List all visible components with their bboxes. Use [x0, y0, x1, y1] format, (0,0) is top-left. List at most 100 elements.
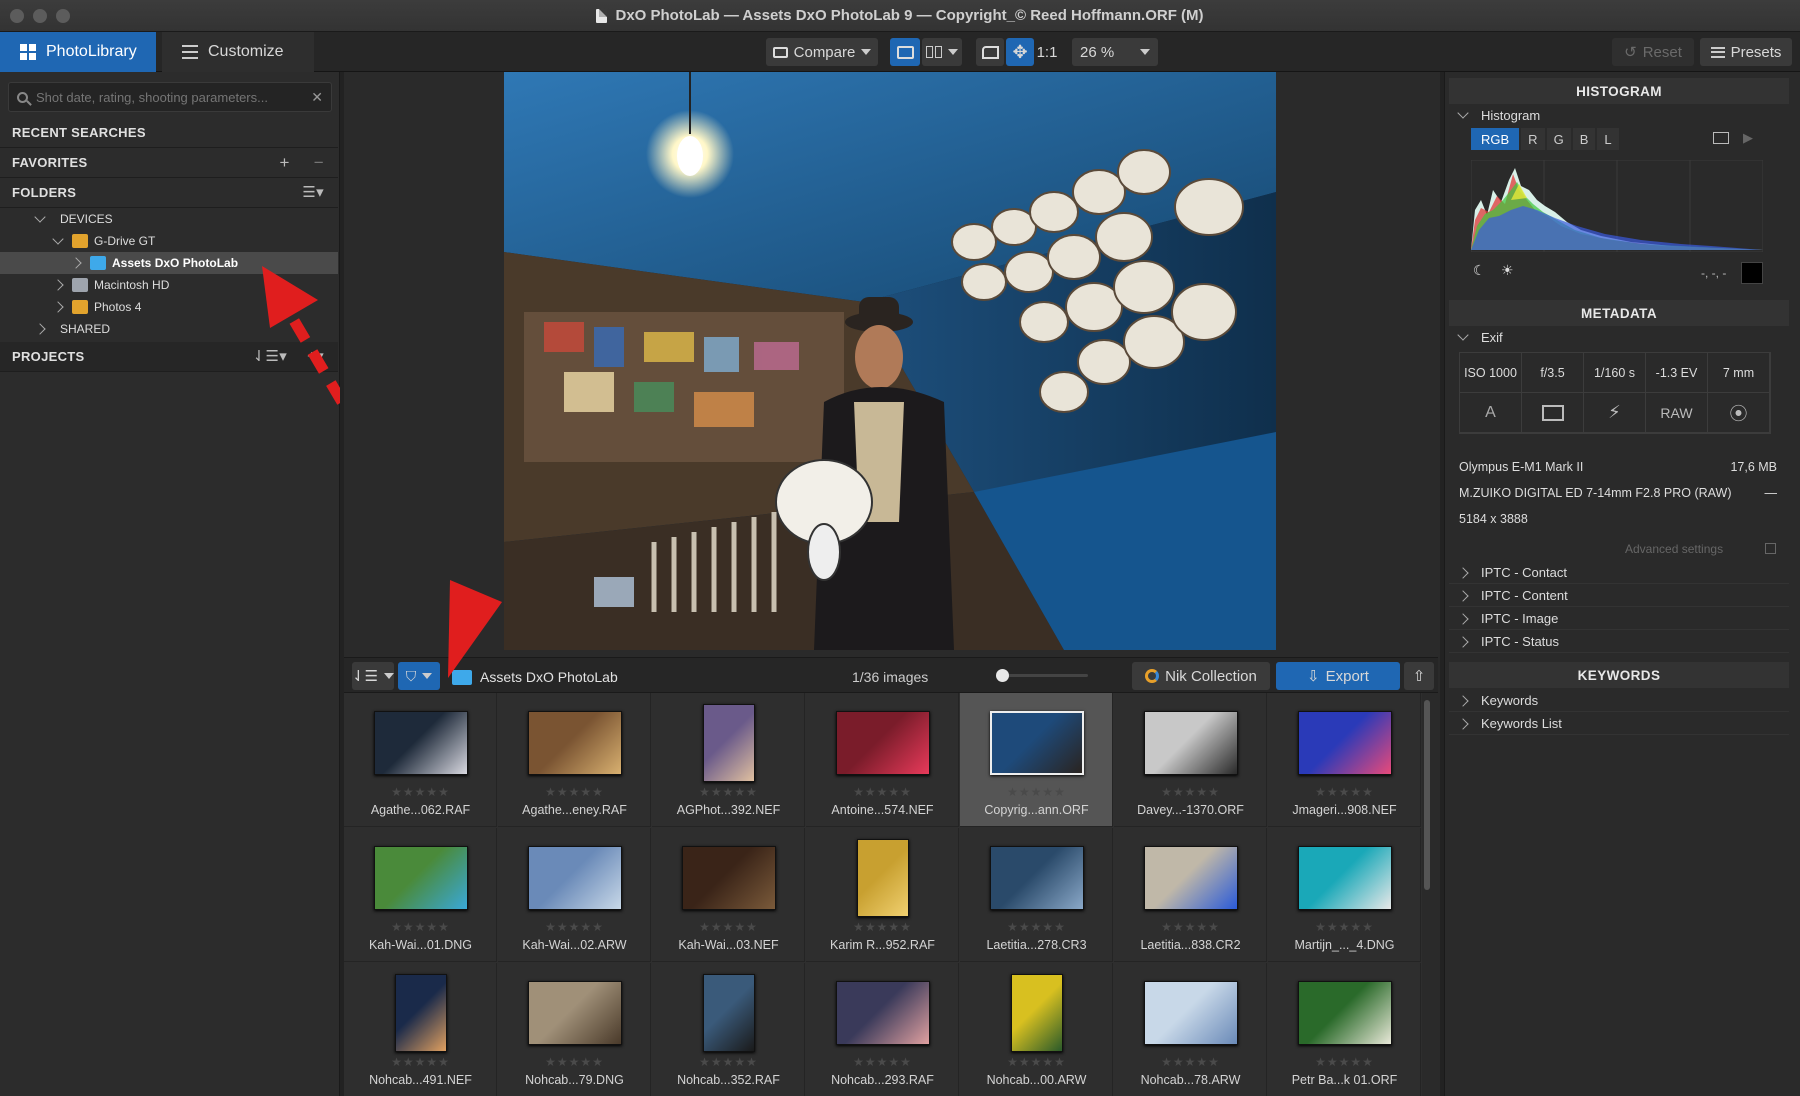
tab-photolibrary[interactable]: PhotoLibrary	[0, 32, 156, 72]
thumbnail-cell[interactable]: ★★★★★ Nohcab...00.ARW	[960, 963, 1113, 1096]
rating-stars[interactable]: ★★★★★	[344, 785, 497, 799]
thumbnail-cell[interactable]: ★★★★★ Nohcab...293.RAF	[806, 963, 959, 1096]
rating-stars[interactable]: ★★★★★	[806, 920, 959, 934]
thumbnail-size-slider[interactable]	[996, 669, 1088, 682]
rating-stars[interactable]: ★★★★★	[806, 1055, 959, 1069]
thumbnail-cell[interactable]: ★★★★★ Nohcab...78.ARW	[1114, 963, 1267, 1096]
move-tool-button[interactable]: ✥	[1006, 38, 1034, 66]
export-icon: ⇩	[1307, 668, 1320, 685]
channel-b[interactable]: B	[1572, 128, 1596, 150]
left-panel: ✕ RECENT SEARCHES FAVORITES +− FOLDERS ☰…	[0, 72, 340, 1096]
keywords-list-item[interactable]: Keywords List	[1449, 713, 1789, 735]
rating-stars[interactable]: ★★★★★	[344, 920, 497, 934]
rating-stars[interactable]: ★★★★★	[498, 1055, 651, 1069]
expand-icon[interactable]	[1765, 543, 1776, 554]
lens-model: M.ZUIKO DIGITAL ED 7-14mm F2.8 PRO (RAW)	[1459, 486, 1732, 500]
rating-stars[interactable]: ★★★★★	[1114, 920, 1267, 934]
rating-stars[interactable]: ★★★★★	[652, 920, 805, 934]
thumbnail-cell[interactable]: ★★★★★ Jmageri...908.NEF	[1268, 693, 1421, 827]
thumbnail-cell[interactable]: ★★★★★ Kah-Wai...01.DNG	[344, 828, 497, 962]
thumbnail-image	[1010, 974, 1063, 1052]
share-button[interactable]: ⇧	[1404, 662, 1434, 690]
filmstrip-scrollbar[interactable]	[1424, 700, 1430, 890]
zoom-select[interactable]: 26 %	[1072, 38, 1158, 66]
histogram-header[interactable]: HISTOGRAM	[1449, 78, 1789, 104]
channel-rgb[interactable]: RGB	[1471, 128, 1520, 150]
rating-stars[interactable]: ★★★★★	[960, 785, 1113, 799]
sort-button[interactable]: ⇃☰	[352, 662, 395, 690]
rating-stars[interactable]: ★★★★★	[652, 785, 805, 799]
annotation-arrow	[271, 287, 340, 410]
zoom-window-button[interactable]	[56, 9, 70, 23]
keywords-header[interactable]: KEYWORDS	[1449, 662, 1789, 688]
rating-stars[interactable]: ★★★★★	[1268, 920, 1421, 934]
zoom-1to1-button[interactable]: 1:1	[1034, 38, 1060, 66]
thumbnail-cell[interactable]: ★★★★★ Antoine...574.NEF	[806, 693, 959, 827]
keywords-item[interactable]: Keywords	[1449, 690, 1789, 712]
thumbnail-cell[interactable]: ★★★★★ Karim R...952.RAF	[806, 828, 959, 962]
rating-stars[interactable]: ★★★★★	[1114, 1055, 1267, 1069]
monitor-icon[interactable]	[1713, 132, 1729, 144]
thumbnail-frame	[806, 703, 959, 783]
thumbnail-filename: Agathe...eney.RAF	[522, 803, 627, 817]
histogram-subsection[interactable]: Histogram	[1449, 104, 1789, 126]
highlight-clipping-icon[interactable]: ☀	[1501, 262, 1514, 279]
rating-stars[interactable]: ★★★★★	[1114, 785, 1267, 799]
compare-icon	[772, 46, 788, 58]
thumbnail-cell[interactable]: ★★★★★ Agathe...eney.RAF	[498, 693, 651, 827]
rating-stars[interactable]: ★★★★★	[960, 920, 1113, 934]
split-view-button[interactable]	[922, 38, 962, 66]
rating-stars[interactable]: ★★★★★	[1268, 1055, 1421, 1069]
iptc-image[interactable]: IPTC - Image	[1449, 608, 1789, 630]
sort-icon: ⇃☰	[352, 668, 379, 685]
reset-icon: ↺	[1624, 44, 1637, 61]
export-button[interactable]: ⇩ Export	[1276, 662, 1400, 690]
rating-stars[interactable]: ★★★★★	[652, 1055, 805, 1069]
crop-view-button[interactable]	[976, 38, 1004, 66]
filter-button[interactable]: ⛉	[398, 662, 440, 690]
soft-proof-icon[interactable]: ▶	[1743, 130, 1753, 146]
thumbnail-cell[interactable]: ★★★★★ Davey...-1370.ORF	[1114, 693, 1267, 827]
reset-button[interactable]: ↺ Reset	[1612, 38, 1694, 66]
rating-stars[interactable]: ★★★★★	[498, 920, 651, 934]
close-window-button[interactable]	[10, 9, 24, 23]
shadow-clipping-icon[interactable]: ☾	[1473, 262, 1486, 279]
image-viewer[interactable]	[344, 72, 1438, 654]
thumbnail-cell[interactable]: ★★★★★ Kah-Wai...03.NEF	[652, 828, 805, 962]
channel-l[interactable]: L	[1597, 128, 1619, 150]
thumbnail-cell[interactable]: ★★★★★ Agathe...062.RAF	[344, 693, 497, 827]
iptc-contact[interactable]: IPTC - Contact	[1449, 562, 1789, 584]
thumbnail-cell[interactable]: ★★★★★ Nohcab...491.NEF	[344, 963, 497, 1096]
iptc-status[interactable]: IPTC - Status	[1449, 631, 1789, 653]
tab-customize[interactable]: Customize	[162, 32, 314, 72]
exif-subsection[interactable]: Exif	[1449, 326, 1789, 348]
thumbnail-cell[interactable]: ★★★★★ Kah-Wai...02.ARW	[498, 828, 651, 962]
rating-stars[interactable]: ★★★★★	[806, 785, 959, 799]
thumbnail-cell[interactable]: ★★★★★ Nohcab...79.DNG	[498, 963, 651, 1096]
thumbnail-cell[interactable]: ★★★★★ Martijn_..._4.DNG	[1268, 828, 1421, 962]
compare-button[interactable]: Compare	[766, 38, 878, 66]
advanced-settings-link[interactable]: Advanced settings	[1625, 542, 1723, 556]
thumbnail-cell[interactable]: ★★★★★ Petr Ba...k 01.ORF	[1268, 963, 1421, 1096]
rating-stars[interactable]: ★★★★★	[1268, 785, 1421, 799]
rating-stars[interactable]: ★★★★★	[960, 1055, 1113, 1069]
thumbnail-frame	[960, 973, 1113, 1053]
rating-stars[interactable]: ★★★★★	[498, 785, 651, 799]
main-photo	[504, 72, 1276, 650]
channel-r[interactable]: R	[1521, 128, 1545, 150]
nik-collection-button[interactable]: Nik Collection	[1132, 662, 1270, 690]
thumbnail-cell[interactable]: ★★★★★ Laetitia...278.CR3	[960, 828, 1113, 962]
rating-stars[interactable]: ★★★★★	[344, 1055, 497, 1069]
window-controls[interactable]	[10, 9, 70, 23]
slider-handle[interactable]	[996, 669, 1009, 682]
single-view-button[interactable]	[890, 38, 920, 66]
presets-button[interactable]: Presets	[1700, 38, 1792, 66]
thumbnail-cell[interactable]: ★★★★★ Laetitia...838.CR2	[1114, 828, 1267, 962]
thumbnail-cell[interactable]: ★★★★★ Copyrig...ann.ORF	[960, 693, 1113, 827]
thumbnail-cell[interactable]: ★★★★★ AGPhot...392.NEF	[652, 693, 805, 827]
metadata-header[interactable]: METADATA	[1449, 300, 1789, 326]
channel-g[interactable]: G	[1546, 128, 1571, 150]
minimize-window-button[interactable]	[33, 9, 47, 23]
thumbnail-cell[interactable]: ★★★★★ Nohcab...352.RAF	[652, 963, 805, 1096]
iptc-content[interactable]: IPTC - Content	[1449, 585, 1789, 607]
